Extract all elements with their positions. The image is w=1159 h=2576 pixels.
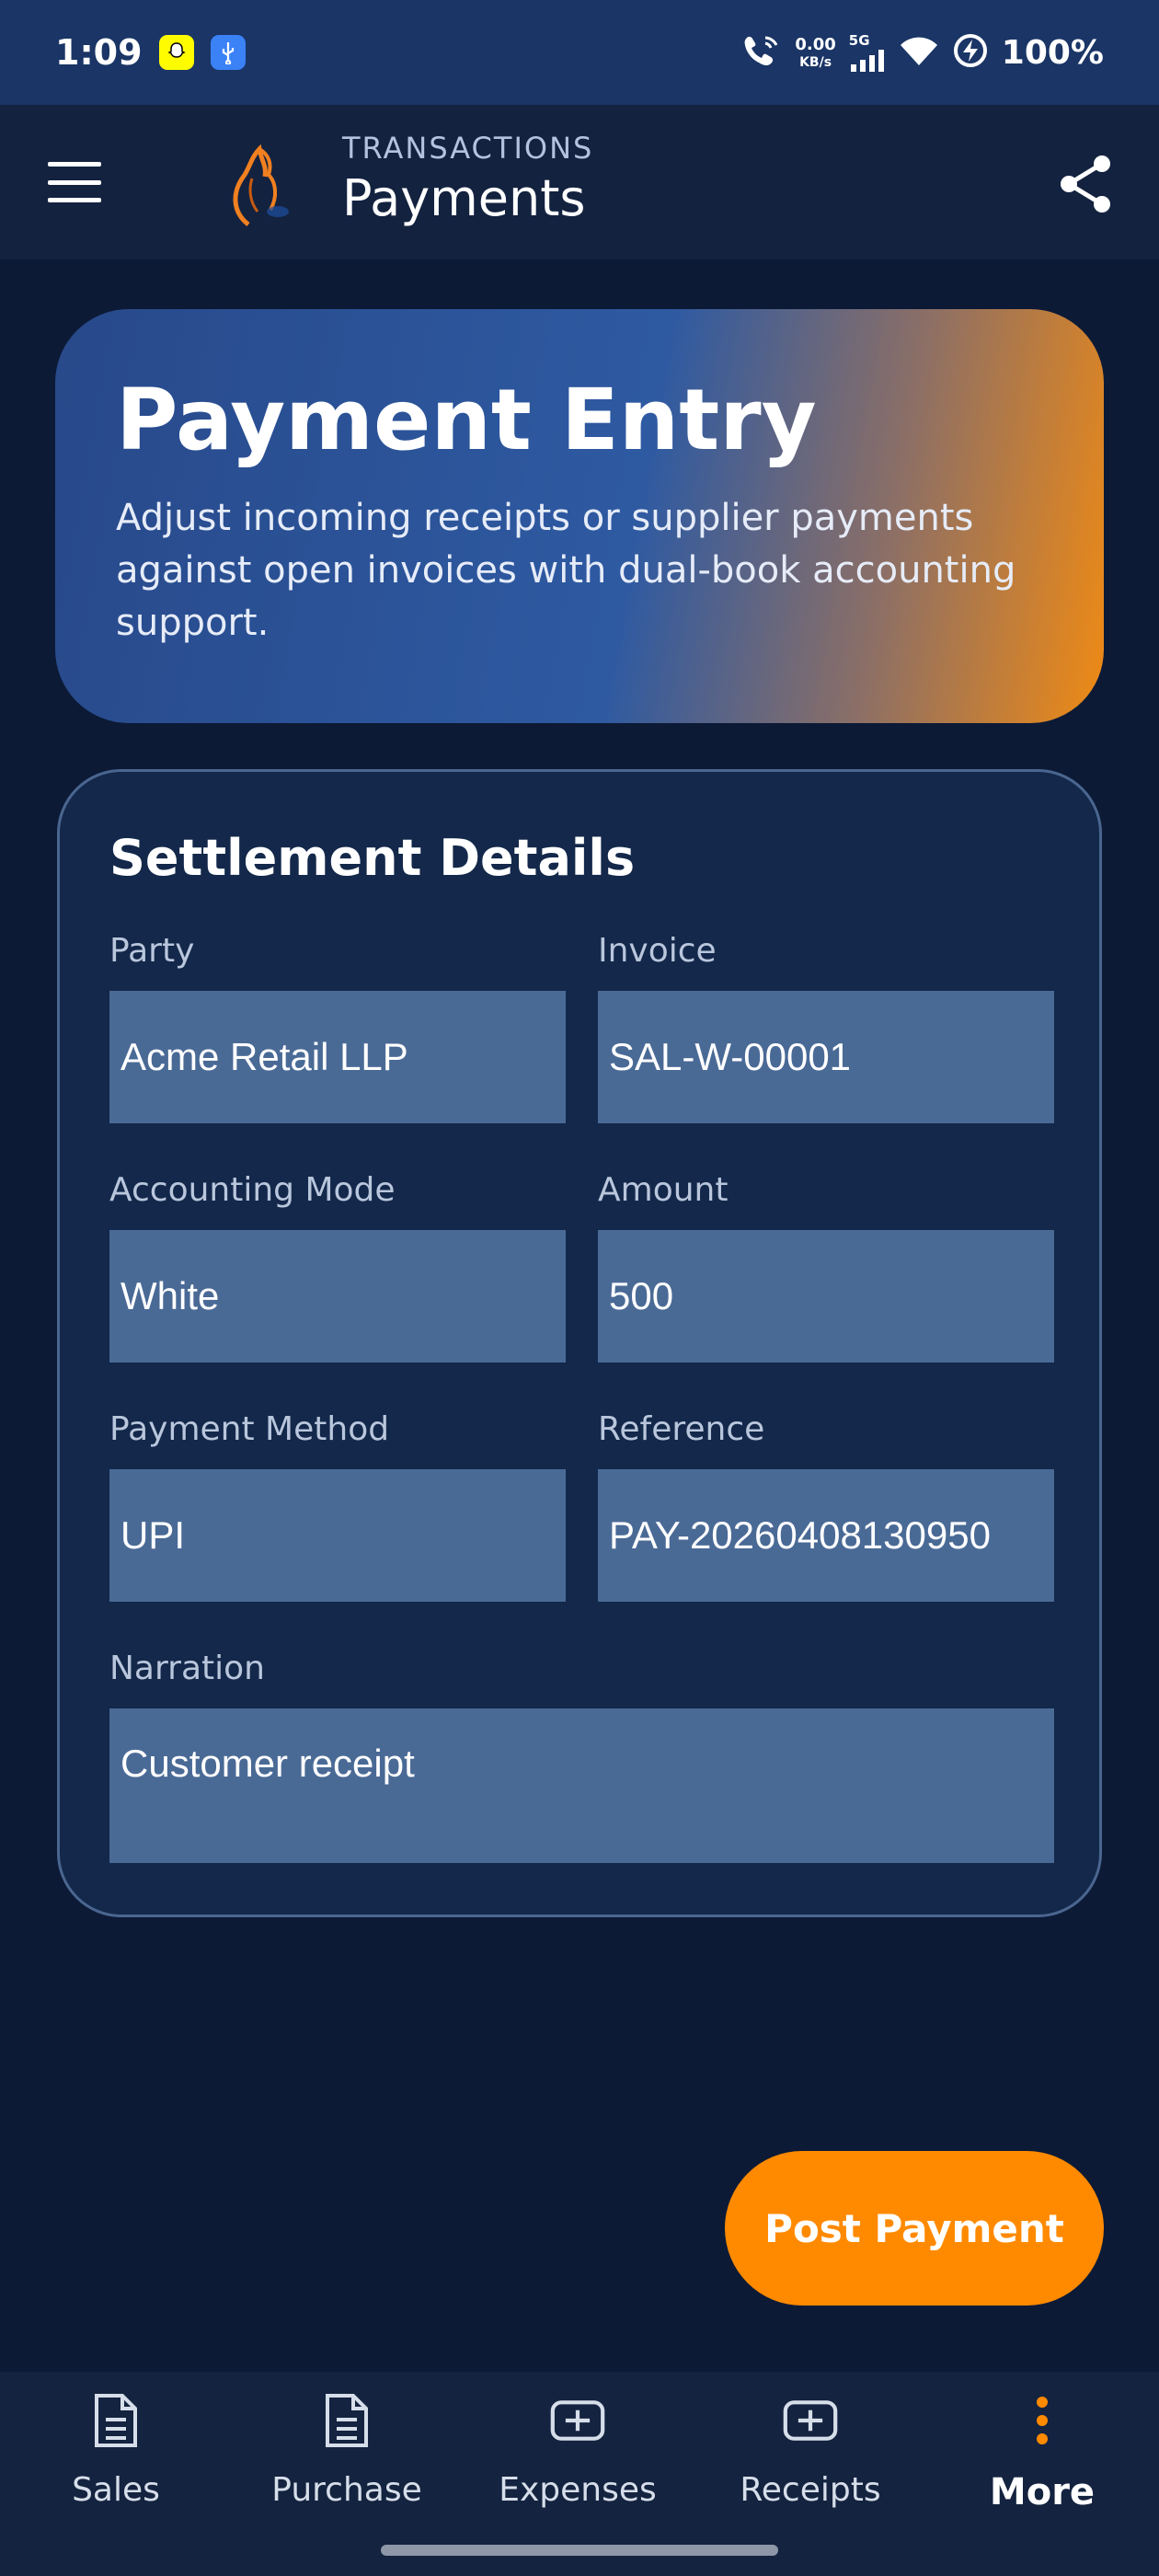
nav-label-purchase: Purchase [271, 2471, 422, 2509]
battery-percent: 100% [1001, 33, 1104, 72]
signal-5g: 5G [848, 31, 886, 72]
invoice-field[interactable]: SAL-W-00001 [598, 991, 1054, 1123]
settlement-details-card: Settlement Details Party Acme Retail LLP… [57, 769, 1102, 1917]
invoice-label: Invoice [598, 932, 717, 970]
accounting-mode-label: Accounting Mode [109, 1171, 396, 1209]
app-bar: TRANSACTIONS Payments [0, 105, 1159, 259]
home-indicator[interactable] [381, 2545, 778, 2556]
share-button[interactable] [1052, 151, 1119, 217]
nav-label-sales: Sales [72, 2471, 160, 2509]
battery-charging-icon [952, 32, 989, 73]
nav-item-expenses[interactable]: Expenses [486, 2390, 670, 2528]
network-type: 5G [848, 31, 870, 49]
nav-label-expenses: Expenses [499, 2471, 657, 2509]
party-label: Party [109, 932, 195, 970]
plus-box-icon [783, 2390, 838, 2451]
hero-description: Adjust incoming receipts or supplier pay… [116, 497, 1016, 644]
net-speed-unit: KB/s [799, 54, 832, 70]
app-logo [204, 138, 324, 230]
wifi-icon [899, 34, 939, 71]
nav-item-receipts[interactable]: Receipts [718, 2390, 902, 2528]
payment-method-field[interactable]: UPI [109, 1469, 566, 1602]
status-right: 0.00 KB/s 5G 100% [741, 32, 1104, 73]
signal-icon [850, 49, 884, 72]
nav-label-more: More [989, 2471, 1096, 2513]
snapchat-icon [158, 35, 194, 70]
net-speed: 0.00 KB/s [795, 34, 836, 70]
amount-label: Amount [598, 1171, 729, 1209]
plus-box-icon [550, 2390, 605, 2451]
page-title: Payments [342, 169, 586, 227]
menu-button[interactable] [46, 156, 103, 208]
menu-icon-line [48, 179, 101, 185]
document-icon [319, 2390, 374, 2451]
nav-item-sales[interactable]: Sales [24, 2390, 208, 2528]
post-payment-button[interactable]: Post Payment [725, 2151, 1104, 2306]
usb-icon [210, 35, 246, 70]
hero-banner: Payment Entry Adjust incoming receipts o… [55, 309, 1104, 723]
party-field[interactable]: Acme Retail LLP [109, 991, 566, 1123]
net-speed-value: 0.00 [795, 34, 836, 54]
app-titles: TRANSACTIONS Payments [342, 131, 593, 227]
reference-label: Reference [598, 1410, 765, 1448]
nav-item-purchase[interactable]: Purchase [255, 2390, 439, 2528]
accounting-mode-field[interactable]: White [109, 1230, 566, 1363]
menu-icon-line [48, 162, 101, 167]
menu-icon-line [48, 198, 101, 202]
amount-field[interactable]: 500 [598, 1230, 1054, 1363]
card-title: Settlement Details [109, 829, 636, 887]
status-time: 1:09 [55, 32, 143, 73]
nav-label-receipts: Receipts [740, 2471, 881, 2509]
document-icon [88, 2390, 143, 2451]
status-left: 1:09 [55, 32, 246, 73]
wifi-call-icon [741, 32, 782, 73]
status-bar: 1:09 0.00 KB/s 5G 100% [0, 0, 1159, 105]
payment-method-label: Payment Method [109, 1410, 390, 1448]
share-icon [1061, 155, 1110, 213]
app-subtitle: TRANSACTIONS [342, 131, 594, 166]
nav-item-more[interactable]: More [950, 2390, 1134, 2528]
reference-field[interactable]: PAY-20260408130950 [598, 1469, 1054, 1602]
narration-label: Narration [109, 1650, 265, 1687]
narration-field[interactable]: Customer receipt [109, 1708, 1054, 1863]
more-vertical-icon [1015, 2390, 1070, 2451]
hero-title: Payment Entry [116, 371, 817, 469]
